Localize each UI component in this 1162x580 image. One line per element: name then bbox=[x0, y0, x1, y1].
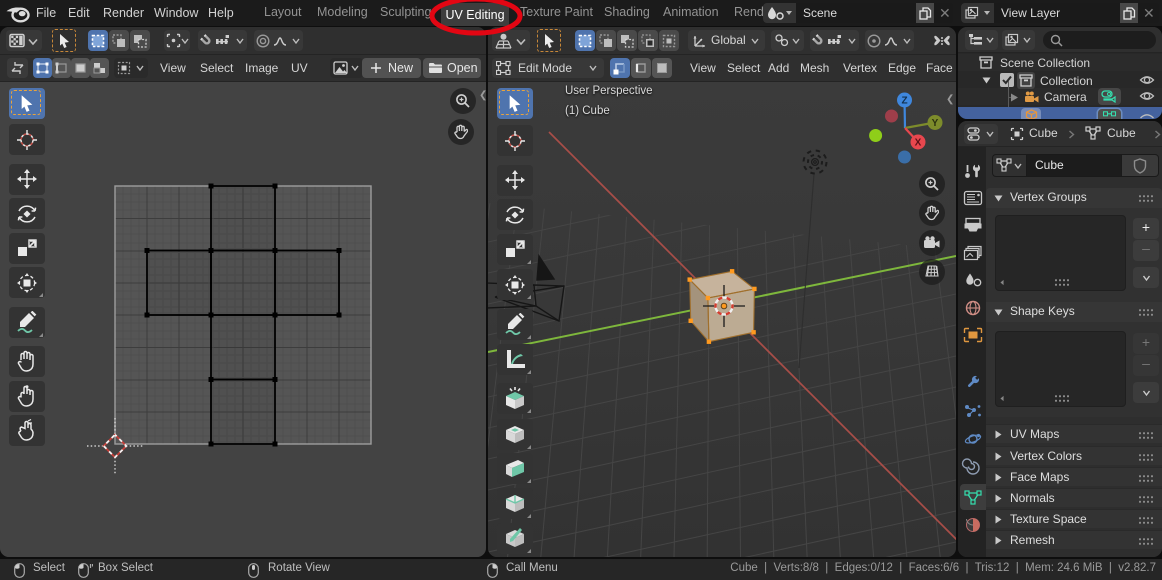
svg-text:X: X bbox=[915, 138, 922, 149]
svg-text:Z: Z bbox=[901, 96, 907, 107]
svg-text:Y: Y bbox=[932, 118, 939, 129]
